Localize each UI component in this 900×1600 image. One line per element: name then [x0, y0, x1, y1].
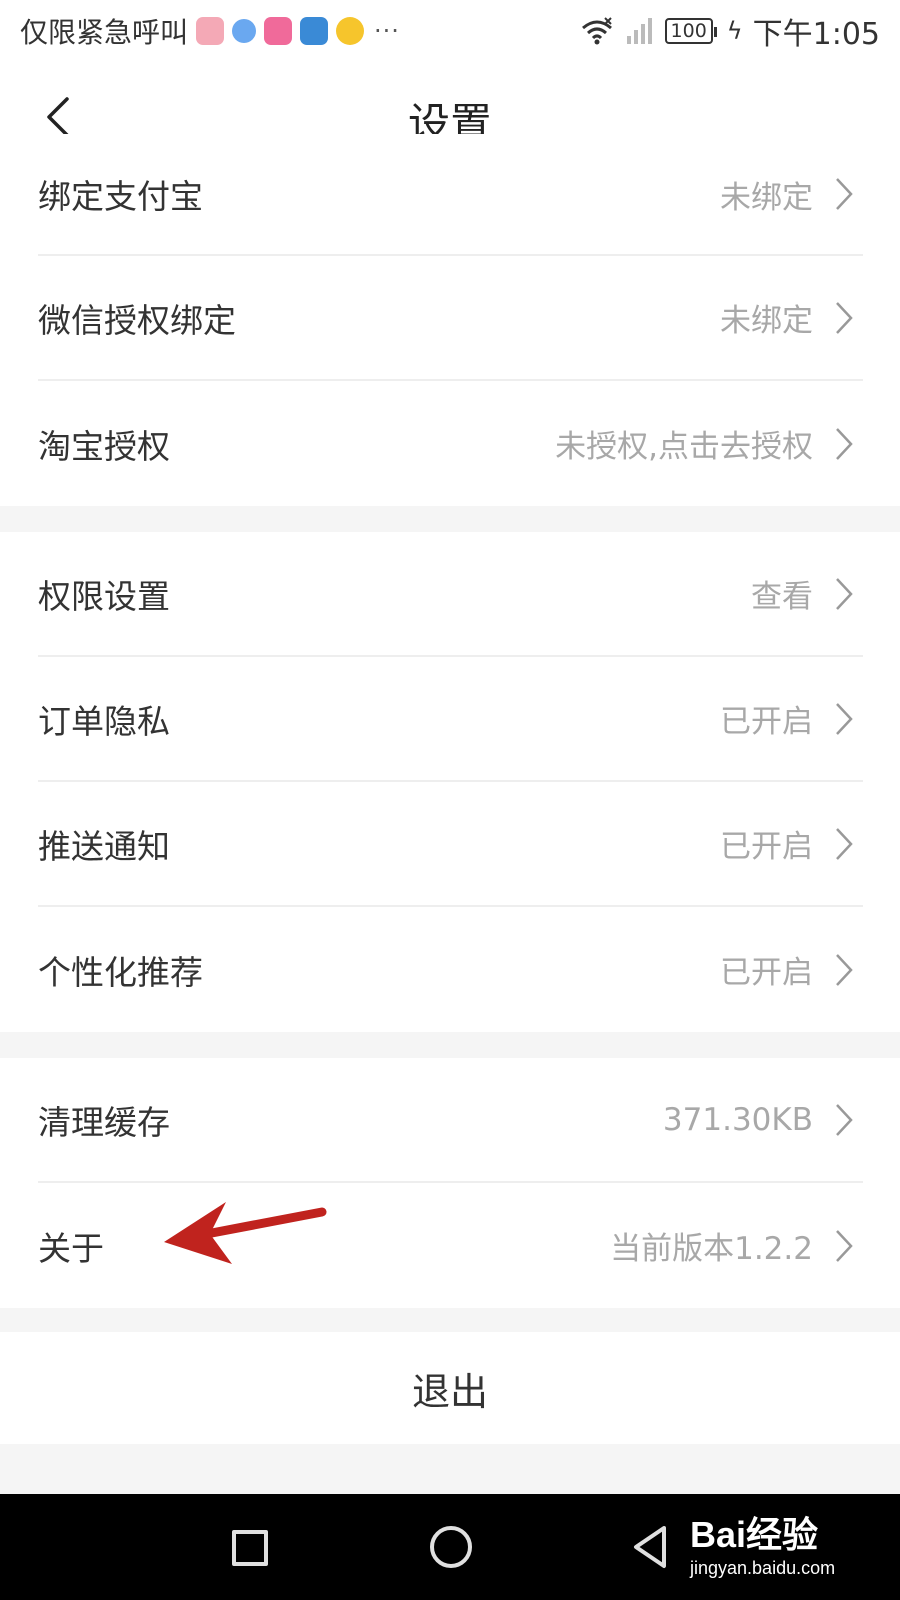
home-icon[interactable]: [430, 1526, 472, 1568]
chevron-right-icon: [836, 827, 853, 860]
row-value: 未绑定: [720, 303, 813, 339]
nav-back-icon[interactable]: [630, 1524, 670, 1570]
settings-row-push[interactable]: 推送通知 已开启: [38, 782, 863, 907]
status-bar: 仅限紧急呼叫 ··· 100 ϟ 下午1:05: [0, 0, 900, 62]
row-value: 查看: [751, 579, 813, 615]
charging-icon: ϟ: [726, 17, 743, 45]
row-value: 已开启: [720, 955, 813, 991]
watermark-url: jingyan.baidu.com: [690, 1558, 836, 1578]
row-label: 清理缓存: [38, 1102, 170, 1142]
settings-group-app: 清理缓存 371.30KB 关于 当前版本1.2.2: [0, 1058, 900, 1308]
more-notifications-icon: ···: [374, 17, 400, 45]
row-label: 关于: [38, 1228, 104, 1268]
carrier-text: 仅限紧急呼叫: [20, 16, 189, 49]
row-value: 已开启: [720, 829, 813, 865]
row-value: 已开启: [720, 704, 813, 740]
settings-row-alipay[interactable]: 绑定支付宝 未绑定: [38, 134, 863, 256]
row-label: 个性化推荐: [38, 952, 203, 992]
row-label: 权限设置: [38, 576, 170, 616]
settings-row-taobao[interactable]: 淘宝授权 未授权,点击去授权: [38, 381, 863, 506]
app-icon-browser: [232, 19, 257, 43]
chevron-right-icon: [836, 178, 853, 210]
row-label: 订单隐私: [38, 701, 170, 741]
app-icon-yellow: [336, 17, 365, 45]
chevron-right-icon: [836, 301, 853, 334]
watermark-brand: Bai经验: [690, 1514, 819, 1555]
settings-group-account: 绑定支付宝 未绑定 微信授权绑定 未绑定 淘宝授权 未授权,点击去授权: [0, 134, 900, 506]
status-right: 100 ϟ 下午1:05: [579, 9, 880, 53]
status-left: 仅限紧急呼叫 ···: [20, 11, 400, 51]
app-icon-magenta: [264, 17, 293, 45]
settings-row-personalized[interactable]: 个性化推荐 已开启: [38, 907, 863, 1032]
row-label: 微信授权绑定: [38, 300, 236, 340]
wifi-icon: [581, 17, 612, 45]
row-value: 未授权,点击去授权: [555, 429, 813, 465]
row-label: 淘宝授权: [38, 426, 170, 466]
chevron-right-icon: [836, 702, 853, 735]
app-icon-blue: [300, 17, 329, 45]
chevron-right-icon: [836, 427, 853, 460]
row-label: 推送通知: [38, 826, 170, 866]
row-value: 未绑定: [720, 179, 813, 216]
baidu-jingyan-watermark: Bai经验 jingyan.baidu.com: [690, 1506, 890, 1588]
logout-label: 退出: [411, 1369, 488, 1414]
annotation-arrow-icon: [164, 1202, 327, 1264]
row-value: 371.30KB: [662, 1101, 813, 1138]
settings-group-privacy: 权限设置 查看 订单隐私 已开启 推送通知 已开启 个性化推荐 已开启: [0, 532, 900, 1032]
settings-row-wechat[interactable]: 微信授权绑定 未绑定: [38, 256, 863, 381]
battery-icon: 100: [664, 18, 718, 44]
app-icon-pink: [196, 17, 225, 45]
recent-apps-icon[interactable]: [232, 1530, 268, 1566]
chevron-right-icon: [836, 577, 853, 610]
row-label: 绑定支付宝: [38, 177, 203, 216]
settings-row-order-privacy[interactable]: 订单隐私 已开启: [38, 657, 863, 782]
chevron-right-icon: [836, 1103, 853, 1136]
signal-icon: [626, 18, 652, 44]
chevron-right-icon: [836, 953, 853, 986]
clock: 下午1:05: [752, 17, 880, 52]
settings-row-permissions[interactable]: 权限设置 查看: [38, 532, 863, 657]
chevron-right-icon: [836, 1229, 853, 1262]
row-value: 当前版本1.2.2: [610, 1231, 813, 1267]
logout-button[interactable]: 退出: [0, 1332, 900, 1444]
settings-row-clear-cache[interactable]: 清理缓存 371.30KB: [38, 1058, 863, 1183]
